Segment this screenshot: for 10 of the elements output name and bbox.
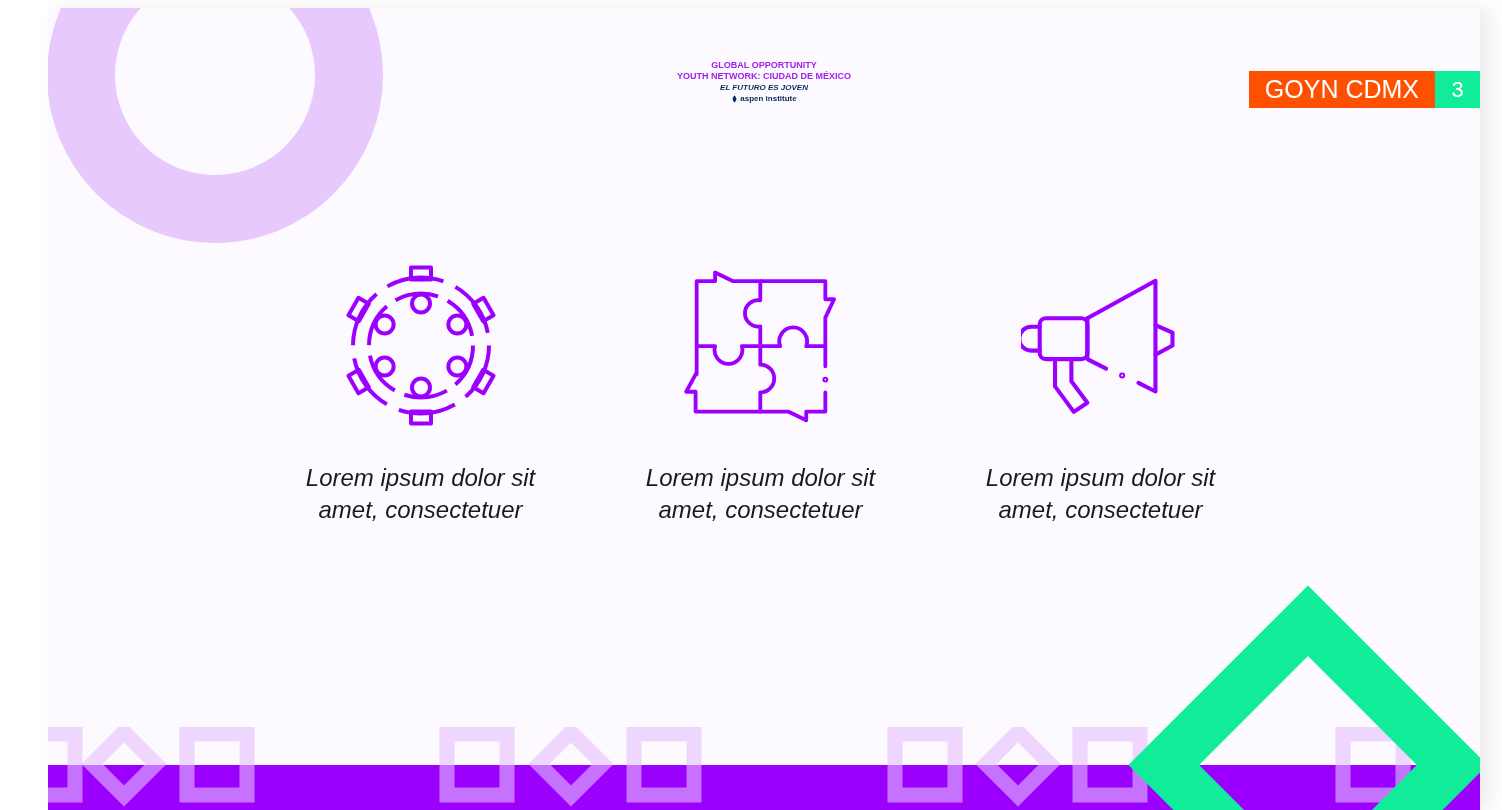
logo-title: YOUTH NETWORK: CIUDAD DE MÉXICO <box>677 71 851 82</box>
logo-sponsor: aspen institute <box>740 93 797 104</box>
feature-caption: Lorem ipsum dolor sit amet, consectetuer <box>984 463 1217 525</box>
flame-icon <box>731 94 739 103</box>
logo-title: GLOBAL OPPORTUNITY <box>711 60 817 71</box>
badge-label: GOYN CDMX <box>1248 71 1435 108</box>
logo-tagline: EL FUTURO ES JOVEN <box>720 82 808 93</box>
page-number: 3 <box>1435 71 1480 108</box>
feature-caption: Lorem ipsum dolor sit amet, consectetuer <box>304 463 537 525</box>
feature-caption: Lorem ipsum dolor sit amet, consectetuer <box>644 463 877 525</box>
